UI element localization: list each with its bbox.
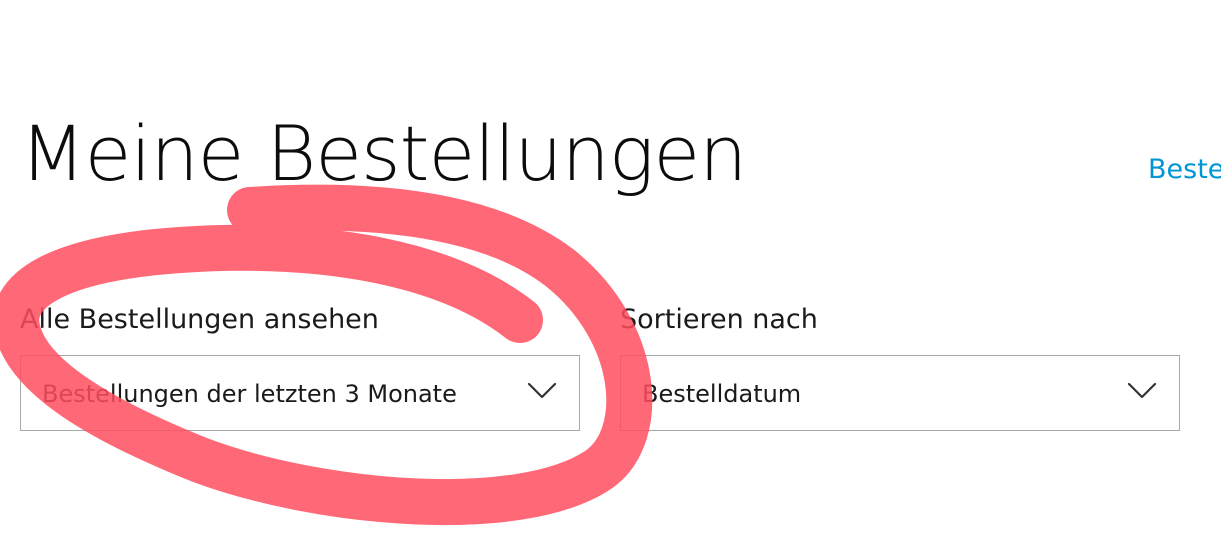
chevron-down-icon: [1127, 382, 1157, 399]
page-title: Meine Bestellungen: [20, 109, 747, 198]
sort-by-label: Sortieren nach: [620, 304, 818, 335]
sort-by-selected-value: Bestelldatum: [642, 380, 802, 408]
view-orders-selected-value: Bestellungen der letzten 3 Monate: [42, 380, 457, 408]
chevron-down-icon: [527, 382, 557, 399]
sort-by-select[interactable]: Bestelldatum: [620, 355, 1180, 431]
orders-header-link[interactable]: Beste: [1148, 152, 1221, 188]
view-orders-select[interactable]: Bestellungen der letzten 3 Monate: [20, 355, 580, 431]
orders-page: Meine Bestellungen Beste Alle Bestellung…: [0, 0, 1221, 536]
view-orders-label: Alle Bestellungen ansehen: [20, 304, 379, 335]
red-highlight-annotation: [0, 184, 653, 526]
